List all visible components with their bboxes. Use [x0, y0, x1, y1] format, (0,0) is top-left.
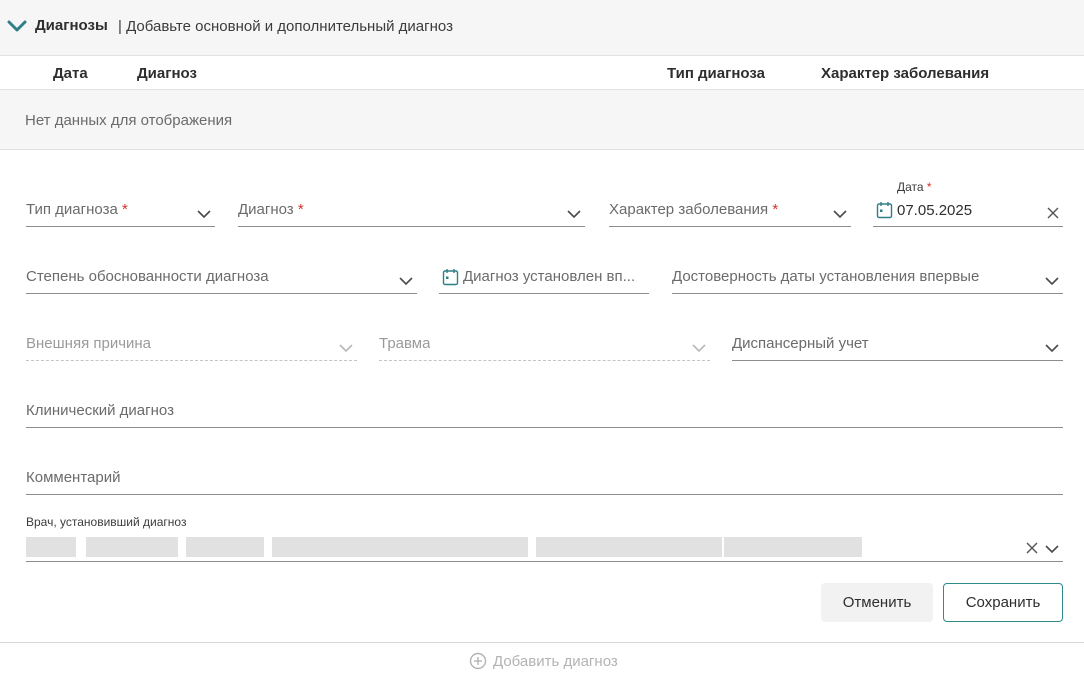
diagnosis-type-select[interactable]: Тип диагноза * [26, 191, 215, 227]
validity-degree-select[interactable]: Степень обоснованности диагноза [26, 258, 417, 294]
chevron-down-icon [339, 344, 353, 353]
required-mark: * [772, 201, 779, 218]
external-cause-select: Внешняя причина [26, 325, 357, 361]
chevron-down-icon[interactable] [196, 208, 212, 220]
trauma-label: Травма [379, 335, 431, 352]
trauma-select: Травма [379, 325, 710, 361]
empty-message: Нет данных для отображения [25, 112, 233, 129]
dispensary-select[interactable]: Диспансерный учет [732, 325, 1063, 361]
column-header-diagnosis-type[interactable]: Тип диагноза [667, 65, 765, 82]
column-header-diagnosis[interactable]: Диагноз [137, 65, 197, 82]
required-mark: * [121, 201, 128, 218]
required-mark: * [297, 201, 304, 218]
chevron-down-icon [692, 344, 706, 353]
chevron-down-icon[interactable] [832, 208, 848, 220]
chevron-down-icon[interactable] [398, 275, 414, 287]
clinical-diagnosis-label: Клинический диагноз [26, 402, 174, 419]
chevron-down-icon[interactable] [1044, 543, 1060, 555]
date-value: 07.05.2025 [897, 202, 973, 219]
chevron-down-icon[interactable] [6, 17, 28, 35]
first-established-field[interactable]: Диагноз установлен вп... [439, 258, 649, 294]
comment-input[interactable]: Комментарий [26, 459, 1063, 495]
external-cause-label: Внешняя причина [26, 335, 152, 352]
close-icon[interactable] [1046, 206, 1060, 220]
save-button[interactable]: Сохранить [943, 583, 1063, 622]
validity-degree-label: Степень обоснованности диагноза [26, 268, 269, 285]
panel-title: Диагнозы [35, 17, 108, 34]
panel-subtitle: | Добавьте основной и дополнительный диа… [118, 18, 453, 35]
diagnosis-select[interactable]: Диагноз * [238, 191, 585, 227]
diagnosis-label: Диагноз [238, 201, 294, 218]
calendar-icon[interactable] [442, 268, 459, 286]
doctor-value-redacted [26, 537, 866, 557]
disease-nature-label: Характер заболевания [609, 201, 769, 218]
close-icon[interactable] [1025, 541, 1039, 555]
calendar-icon[interactable] [876, 201, 893, 219]
add-diagnosis-label: Добавить диагноз [493, 653, 618, 670]
diagnoses-table-header: Дата Диагноз Тип диагноза Характер забол… [0, 57, 1084, 90]
clinical-diagnosis-input[interactable]: Клинический диагноз [26, 392, 1063, 428]
column-header-disease-nature[interactable]: Характер заболевания [821, 65, 989, 82]
first-established-label: Диагноз установлен вп... [463, 268, 636, 285]
diagnoses-panel-header: Диагнозы | Добавьте основной и дополните… [0, 0, 1084, 56]
first-date-reliability-label: Достоверность даты установления впервые [672, 268, 980, 285]
date-field[interactable]: 07.05.2025 [873, 191, 1063, 227]
disease-nature-select[interactable]: Характер заболевания * [609, 191, 851, 227]
dispensary-label: Диспансерный учет [732, 335, 869, 352]
cancel-button[interactable]: Отменить [821, 583, 933, 622]
plus-circle-icon [469, 652, 487, 670]
chevron-down-icon[interactable] [566, 208, 582, 220]
doctor-select[interactable] [26, 526, 1063, 562]
chevron-down-icon[interactable] [1044, 342, 1060, 354]
table-empty-row: Нет данных для отображения [0, 90, 1084, 150]
column-header-date[interactable]: Дата [53, 65, 88, 82]
divider [0, 642, 1084, 643]
first-date-reliability-select[interactable]: Достоверность даты установления впервые [672, 258, 1063, 294]
chevron-down-icon[interactable] [1044, 275, 1060, 287]
comment-label: Комментарий [26, 469, 121, 486]
diagnosis-type-label: Тип диагноза [26, 201, 118, 218]
